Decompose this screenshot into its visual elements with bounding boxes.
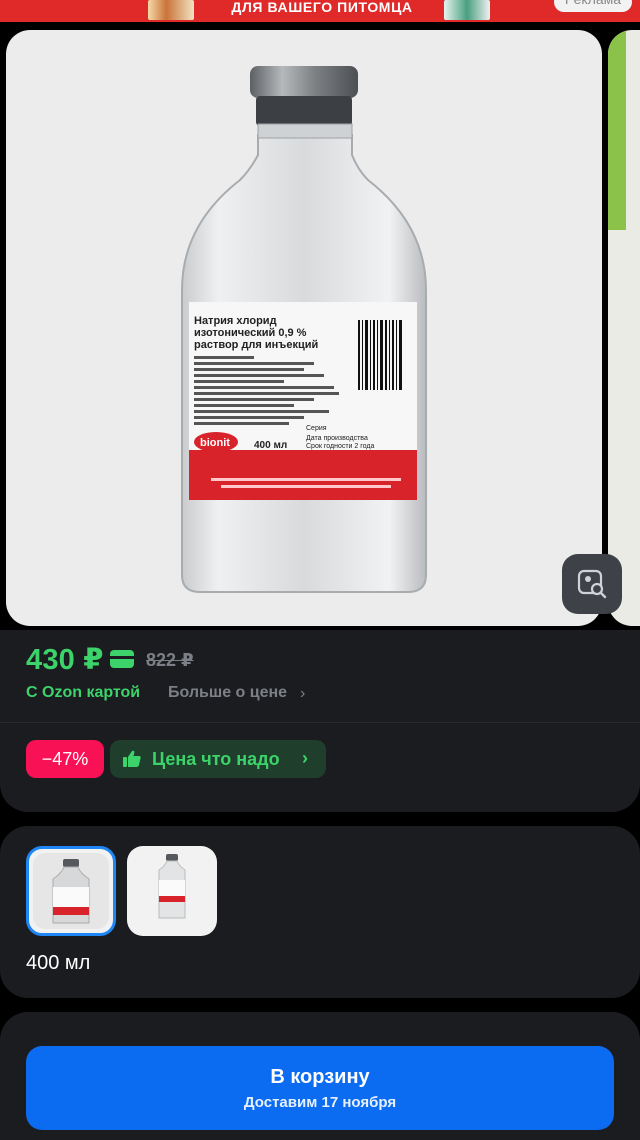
variant-bottle-image	[52, 859, 90, 924]
ad-banner[interactable]: ДЛЯ ВАШЕГО ПИТОМЦА Реклама	[0, 0, 640, 22]
svg-text:Дата производства: Дата производства	[306, 435, 368, 442]
thumbs-up-icon	[123, 750, 141, 767]
label-brand: bionit	[200, 437, 230, 449]
price-panel: 430 ₽ 822 ₽ С Ozon картой Больше о цене …	[0, 630, 640, 812]
ozon-card-icon	[110, 650, 134, 668]
variant-volume-label: 400 мл	[26, 952, 91, 974]
more-price-link[interactable]: Больше о цене	[168, 684, 287, 702]
price-old: 822 ₽	[146, 650, 194, 670]
discount-badge: −47%	[26, 740, 104, 778]
variant-thumbnail-selected[interactable]	[26, 846, 116, 936]
label-title-line1: Натрия хлорид	[194, 315, 277, 327]
product-bottle-image: Натрия хлорид изотонический 0,9 % раство…	[181, 66, 427, 593]
label-title-line2: изотонический 0,9 %	[194, 327, 307, 339]
variant-bottle-image	[158, 854, 186, 919]
ad-label: Реклама	[554, 0, 632, 12]
ozon-card-label: С Ozon картой	[26, 684, 141, 701]
good-price-badge[interactable]: Цена что надо ›	[110, 740, 326, 778]
next-product-image[interactable]	[608, 30, 640, 626]
price-current: 430 ₽	[26, 644, 104, 676]
product-gallery-image[interactable]: Натрия хлорид изотонический 0,9 % раство…	[6, 30, 602, 626]
add-to-cart-button[interactable]: В корзину Доставим 17 ноября	[26, 1046, 614, 1130]
ad-image-left	[148, 0, 194, 20]
variants-panel: 400 мл	[0, 826, 640, 998]
svg-text:Серия: Серия	[306, 425, 327, 432]
svg-text:Срок годности 2 года: Срок годности 2 года	[306, 443, 374, 450]
ad-banner-text: ДЛЯ ВАШЕГО ПИТОМЦА	[231, 0, 413, 15]
ad-image-right	[444, 0, 490, 20]
label-volume: 400 мл	[254, 440, 287, 451]
delivery-date-label: Доставим 17 ноября	[243, 1094, 397, 1111]
divider	[0, 722, 640, 723]
visual-search-button[interactable]	[562, 554, 622, 614]
good-price-label: Цена что надо	[152, 749, 280, 769]
chevron-right-icon: ›	[300, 685, 306, 702]
cart-button-label: В корзину	[270, 1066, 370, 1088]
label-title-line3: раствор для инъекций	[194, 339, 318, 351]
chevron-right-icon: ›	[302, 748, 308, 768]
image-search-icon	[577, 569, 607, 599]
variant-thumbnail[interactable]	[127, 846, 217, 936]
